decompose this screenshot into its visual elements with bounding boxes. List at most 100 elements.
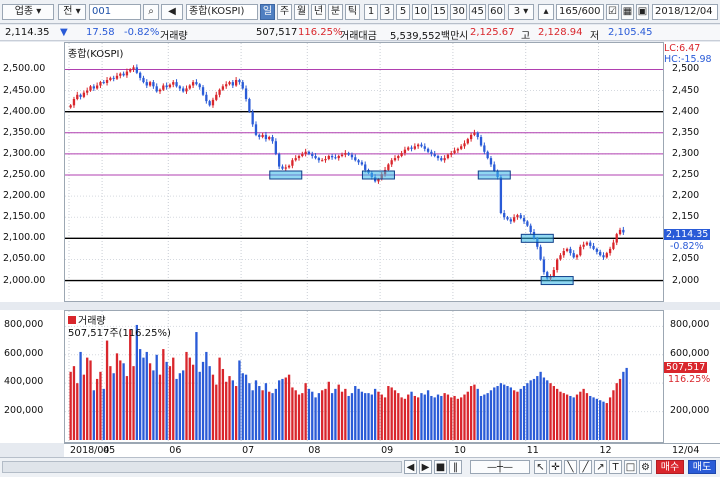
volume-bar	[387, 386, 390, 440]
candle-body	[466, 139, 469, 144]
candle-body	[129, 69, 132, 72]
candle-body	[522, 218, 526, 222]
volume-bar	[516, 391, 519, 440]
candle-body	[321, 160, 324, 162]
candle-body	[420, 144, 423, 147]
candle-body	[244, 88, 248, 99]
volume-bar	[522, 386, 526, 440]
save-icon[interactable]: ▣	[636, 4, 649, 20]
price-chart	[65, 43, 663, 301]
scroll-right-icon[interactable]: ▶	[419, 460, 432, 474]
checkbox-icon[interactable]: ☑	[606, 4, 619, 20]
candle-body	[271, 137, 274, 142]
price-left-axis: 2,500.00 2,450.00 2,400.00 2,350.00 2,300.00…	[0, 42, 64, 302]
candle-body	[215, 94, 218, 100]
candle-body	[622, 229, 625, 233]
interval-button-5[interactable]: 5	[396, 4, 410, 20]
shape-tool-icon[interactable]: □	[624, 460, 637, 474]
candle-body	[559, 255, 562, 260]
volume-bar	[559, 391, 562, 440]
period-year-button[interactable]: 년	[311, 4, 326, 20]
sell-button[interactable]: 매도	[688, 460, 716, 474]
scroll-left-icon[interactable]: ◀	[404, 460, 417, 474]
quote-change-pct: -0.82%	[124, 27, 160, 38]
price-panel[interactable]: 종합(KOSPI)	[64, 42, 664, 302]
search-icon[interactable]: ⌕	[143, 4, 159, 20]
market-select[interactable]: 업종 ▾	[2, 4, 54, 20]
candle-body	[178, 86, 182, 89]
interval-button-1[interactable]: 1	[364, 4, 378, 20]
candle-body	[473, 132, 476, 135]
volume-bar	[307, 388, 311, 440]
grid-icon[interactable]: ▦	[621, 4, 634, 20]
quote-low: 2,105.45	[608, 27, 653, 38]
code-input[interactable]: 001	[89, 4, 141, 20]
candle-body	[268, 137, 271, 140]
buy-button[interactable]: 매수	[656, 460, 684, 474]
candle-body	[162, 85, 165, 90]
candle-body	[364, 164, 367, 170]
volume-bar	[509, 387, 512, 440]
volume-bar	[370, 394, 373, 440]
volume-bar	[248, 383, 251, 440]
count-value: 165/600	[559, 6, 601, 17]
candle-body	[99, 82, 102, 86]
interval-button-45[interactable]: 45	[469, 4, 486, 20]
interval-select[interactable]: 3 ▾	[508, 4, 534, 20]
candle-body	[314, 156, 317, 159]
volume-bar	[529, 380, 532, 440]
candle-body	[201, 87, 205, 95]
chevron-up-icon[interactable]: ▴	[538, 4, 554, 20]
candle-body	[499, 177, 503, 213]
interval-button-3[interactable]: 3	[380, 4, 394, 20]
period-tick-button[interactable]: 틱	[345, 4, 360, 20]
interval-button-30[interactable]: 30	[450, 4, 467, 20]
candle-body	[443, 158, 446, 161]
candle-body	[152, 82, 155, 87]
period-day-button[interactable]: 일	[260, 4, 275, 20]
volume-bar	[311, 391, 314, 440]
period-month-button[interactable]: 월	[294, 4, 309, 20]
period-minute-button[interactable]: 분	[328, 4, 343, 20]
x-tick-label: 10	[453, 445, 466, 456]
settings-icon[interactable]: ⚙	[639, 460, 652, 474]
volume-bar	[105, 340, 109, 440]
trend-tool-icon[interactable]: ╱	[579, 460, 592, 474]
candle-body	[354, 157, 357, 161]
line-tool-icon[interactable]: ╲	[564, 460, 577, 474]
volume-bar	[221, 368, 225, 440]
horizontal-scrollbar[interactable]	[2, 461, 402, 473]
arrow-tool-icon[interactable]: ↗	[594, 460, 607, 474]
current-volume-pct: 116.25%	[668, 374, 711, 385]
interval-label: 3	[383, 6, 391, 17]
interval-button-15[interactable]: 15	[431, 4, 448, 20]
zoom-slider[interactable]: —┼—	[470, 460, 530, 474]
interval-button-10[interactable]: 10	[412, 4, 429, 20]
cursor-icon[interactable]: ↖	[534, 460, 547, 474]
candle-body	[483, 145, 486, 152]
volume-bar	[532, 378, 536, 440]
crosshair-icon[interactable]: ✛	[549, 460, 562, 474]
candle-body	[337, 156, 340, 159]
volume-bar	[314, 397, 317, 440]
count-input[interactable]: 165/600	[556, 4, 604, 20]
pause-icon[interactable]: ‖	[449, 460, 462, 474]
volume-bar	[172, 357, 175, 440]
candle-body	[79, 94, 82, 97]
candle-body	[182, 88, 185, 92]
price-tick-label-left: 2,100.00	[3, 232, 46, 244]
period-label: 일	[262, 6, 273, 17]
jeon-select[interactable]: 전 ▾	[58, 4, 86, 20]
interval-button-60[interactable]: 60	[488, 4, 505, 20]
volume-bar	[426, 390, 430, 440]
volume-bar	[483, 394, 486, 440]
volume-panel[interactable]: 거래량 507,517주(116.25%)	[64, 310, 664, 443]
speaker-icon[interactable]: ◀	[161, 4, 183, 20]
stop-icon[interactable]: ■	[434, 460, 447, 474]
price-right-axis: LC:6.47 HC:-15.98 2,114.35 -0.82% 2,500 2…	[664, 42, 720, 302]
text-tool-icon[interactable]: T	[609, 460, 622, 474]
date-input[interactable]: 2018/12/04	[652, 4, 718, 20]
down-arrow-icon: ▼	[60, 27, 68, 38]
period-week-button[interactable]: 주	[277, 4, 292, 20]
candle-body	[340, 154, 344, 156]
